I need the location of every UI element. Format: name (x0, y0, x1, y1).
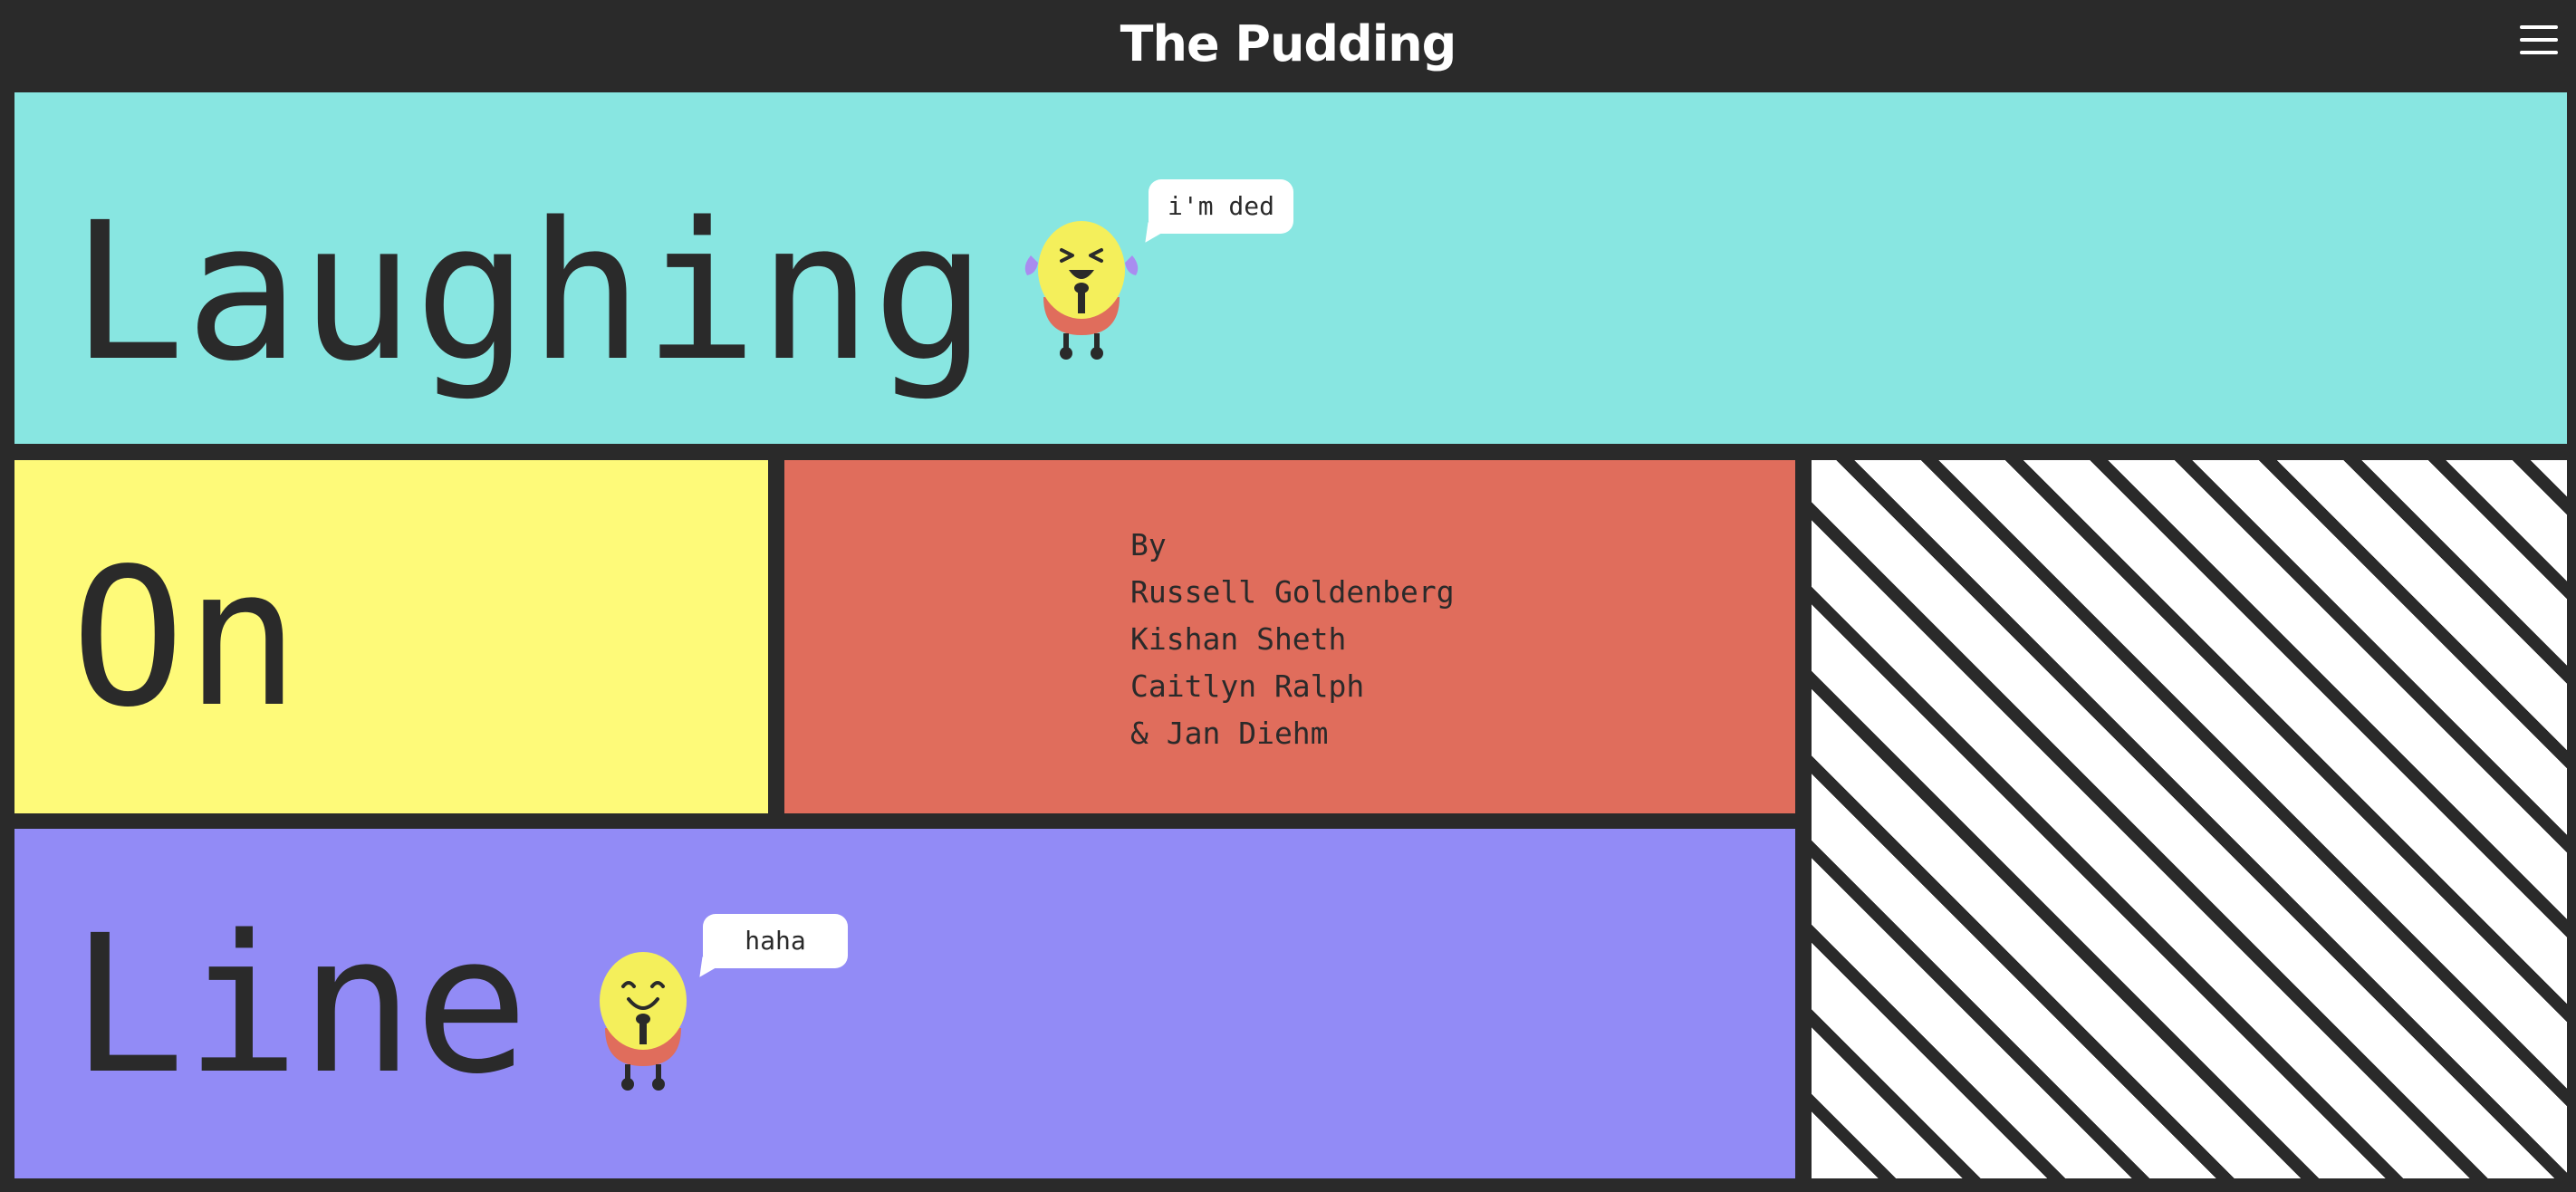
title-word-line: Line (71, 894, 529, 1116)
happy-character-icon (580, 930, 706, 1093)
title-word-on: On (71, 527, 300, 749)
title-panel-on: On (14, 460, 768, 813)
byline-panel: By Russell Goldenberg Kishan Sheth Caitl… (784, 460, 1795, 813)
top-navigation-bar: The Pudding (0, 0, 2576, 92)
decorative-stripes-panel (1812, 460, 2567, 1178)
title-word-laughing: Laughing (71, 181, 987, 403)
title-panel-laughing: Laughing i'm ded (14, 92, 2567, 444)
hamburger-menu-icon[interactable] (2520, 25, 2558, 56)
site-logo[interactable]: The Pudding (0, 0, 2576, 92)
byline-author[interactable]: Russell Goldenberg (1130, 569, 1455, 616)
title-panel-line: Line haha (14, 829, 1795, 1178)
byline-author[interactable]: Kishan Sheth (1130, 616, 1455, 663)
byline: By Russell Goldenberg Kishan Sheth Caitl… (1130, 522, 1455, 757)
byline-prefix: By (1130, 527, 1167, 562)
speech-bubble-ded: i'm ded (1149, 179, 1293, 234)
speech-bubble-haha: haha (703, 914, 848, 968)
crying-laughing-character-icon (1018, 199, 1145, 362)
byline-author[interactable]: Caitlyn Ralph (1130, 663, 1455, 710)
byline-author[interactable]: & Jan Diehm (1130, 710, 1455, 757)
